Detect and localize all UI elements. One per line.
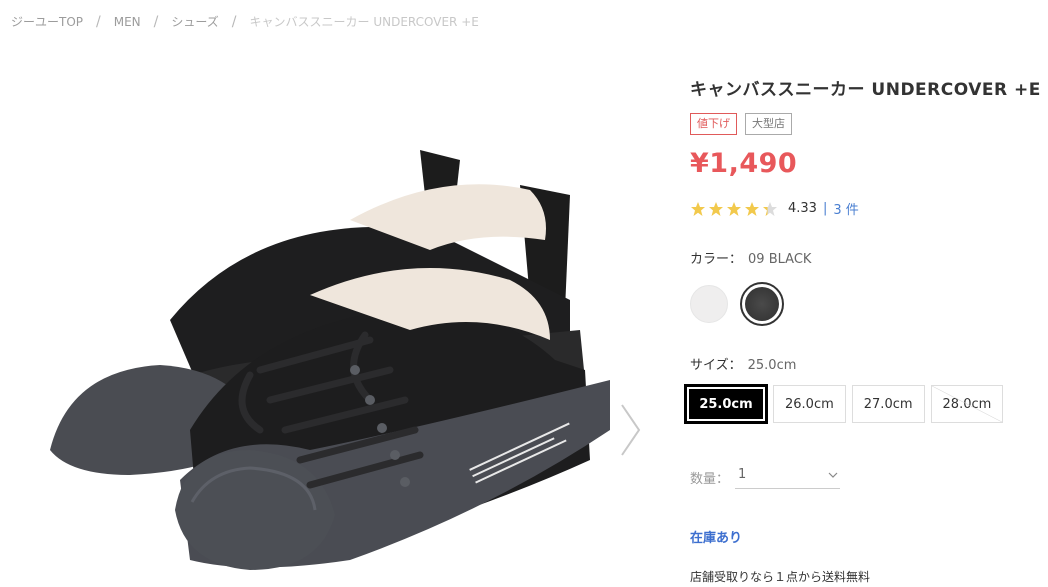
product-rating: 4.33 | 3 件 [690,199,859,218]
star-icon [691,201,705,216]
color-selector-label: カラー： 09 BLACK [690,248,811,267]
size-options: 25.0cm 26.0cm 27.0cm 28.0cm [685,385,1004,423]
star-icon [763,201,777,216]
star-icon [745,201,759,216]
color-swatch-black-selected[interactable] [740,282,784,326]
breadcrumb-current: キャンバススニーカー UNDERCOVER +E [249,15,479,29]
size-option-25-selected[interactable]: 25.0cm [685,385,767,423]
color-swatch-black-fill [745,287,779,321]
breadcrumb-separator: / [153,13,159,30]
chevron-right-icon[interactable] [619,402,645,458]
selected-color-value: 09 BLACK [748,252,812,267]
size-option-27[interactable]: 27.0cm [851,385,925,423]
breadcrumb-separator: / [231,13,237,30]
breadcrumb-shoes-link[interactable]: シューズ [171,13,218,30]
product-tags: 値下げ 大型店 [690,113,792,135]
quantity-label: 数量： [690,471,730,487]
product-image [50,150,610,570]
sale-tag: 値下げ [690,113,737,135]
rating-divider: | [822,201,828,216]
product-price: ¥1,490 [690,148,798,179]
stock-status: 在庫あり [690,531,743,546]
breadcrumb-top-link[interactable]: ジーユーTOP [11,13,83,30]
selected-size-value: 25.0cm [747,358,797,373]
quantity-value: 1 [738,467,747,482]
star-icon [709,201,723,216]
star-icon [727,201,741,216]
size-option-28-unavailable[interactable]: 28.0cm [930,385,1004,423]
breadcrumb: ジーユーTOP / MEN / シューズ / キャンバススニーカー UNDERC… [11,13,479,30]
quantity-selector: 数量： 1 [690,465,841,489]
breadcrumb-separator: / [96,13,101,30]
pickup-shipping-note: 店舗受取りなら１点から送料無料 [690,570,871,584]
size-label: サイズ： [690,358,742,373]
chevron-down-icon [828,472,838,478]
review-count-link[interactable]: 3 件 [833,199,858,218]
product-image-gallery [0,80,660,580]
color-swatches [690,282,784,326]
size-option-26[interactable]: 26.0cm [773,385,846,423]
rating-score: 4.33 [788,201,817,216]
breadcrumb-men-link[interactable]: MEN [114,15,141,29]
product-title: キャンバススニーカー UNDERCOVER +E [690,80,1041,101]
color-label: カラー： [690,252,743,267]
star-rating [690,201,780,217]
color-swatch-white[interactable] [690,285,728,323]
large-store-tag: 大型店 [745,113,792,135]
quantity-dropdown[interactable]: 1 [735,465,841,489]
size-selector-label: サイズ： 25.0cm [690,354,796,373]
